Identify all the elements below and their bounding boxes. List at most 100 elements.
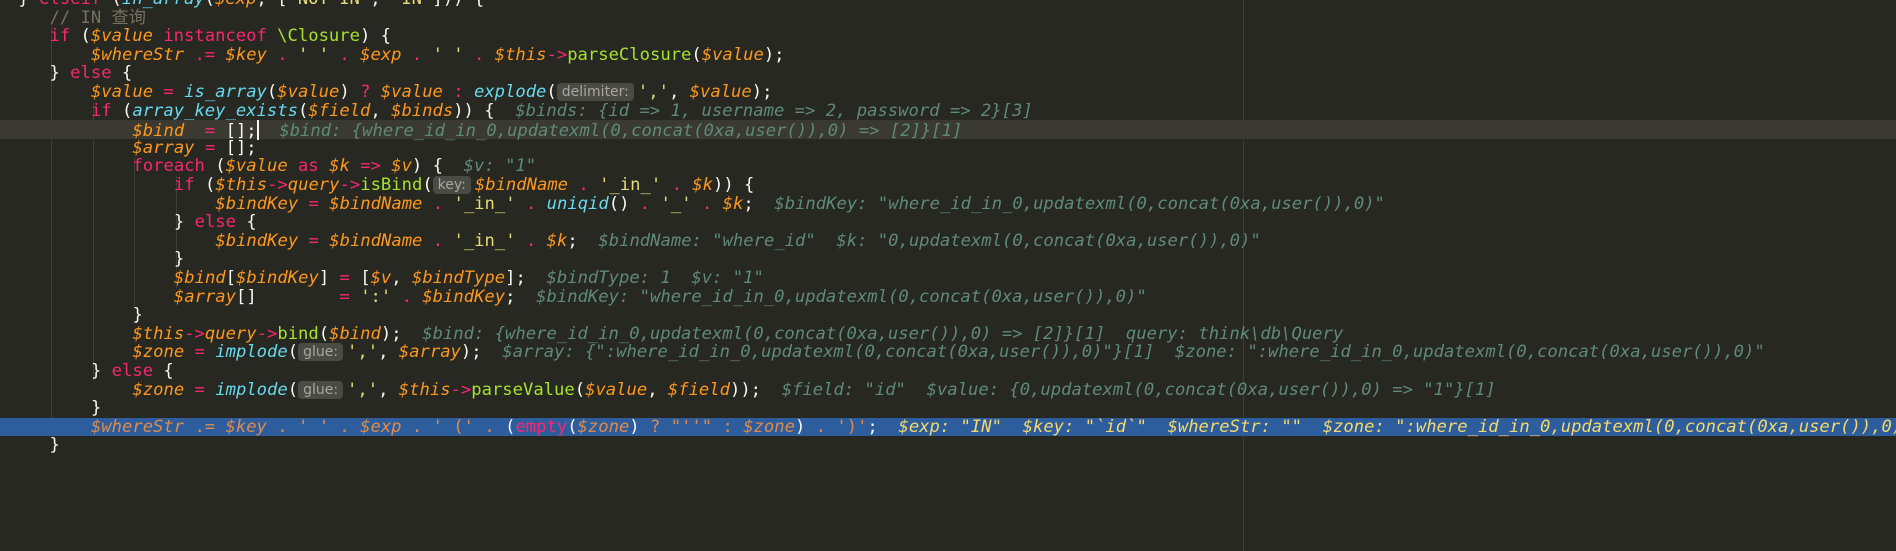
code-token: ( <box>546 82 557 102</box>
code-token: $value <box>90 82 154 102</box>
code-token: ; <box>505 286 537 307</box>
code-token: -> <box>267 175 288 195</box>
code-token: ( <box>318 323 330 344</box>
code-token: , <box>647 379 668 400</box>
code-line[interactable]: $bindKey = $bindName . '_in_' . $k; $bin… <box>0 230 1896 251</box>
code-text: } else { <box>49 64 132 83</box>
code-token: () <box>608 193 640 214</box>
code-line[interactable]: $array[] = ':' . $bindKey; $bindKey: "wh… <box>0 286 1896 307</box>
code-token: $zone <box>577 416 630 437</box>
code-line[interactable]: $value = is_array($value) ? $value : exp… <box>0 83 1896 102</box>
code-line[interactable]: if ($this->query->isBind(key: $bindName .… <box>0 176 1896 195</box>
code-token: bind <box>277 323 319 344</box>
code-line[interactable]: $bind[$bindKey] = [$v, $bindType]; $bind… <box>0 269 1896 288</box>
code-line[interactable]: // IN 查询 <box>0 8 1896 28</box>
code-token: { <box>153 361 174 381</box>
code-line[interactable]: $zone = implode(glue: ',', $this->parseVa… <box>0 379 1896 400</box>
code-token: '_in_' <box>453 193 516 214</box>
code-token: = <box>339 286 350 307</box>
code-token: } <box>132 305 143 326</box>
code-line[interactable]: } <box>0 436 1896 455</box>
code-token: implode <box>215 379 288 400</box>
code-token: $value <box>689 82 752 102</box>
code-line[interactable]: } <box>0 306 1896 325</box>
code-token: ); <box>751 82 773 102</box>
code-token: )); <box>729 379 782 400</box>
code-token: $key <box>225 44 267 65</box>
code-token: ',' <box>347 379 379 400</box>
inline-debug-value: $binds: {id => 1, username => 2, passwor… <box>515 100 1033 121</box>
code-line-current[interactable]: $bind = []; $bind: {where_id_in_0,update… <box>0 120 1896 141</box>
code-line[interactable]: } <box>0 250 1896 269</box>
code-line[interactable]: $this->query->bind($bind); $bind: {where… <box>0 323 1896 344</box>
code-text: } <box>132 306 142 325</box>
code-token: $array <box>132 137 195 158</box>
code-token: = <box>339 268 350 288</box>
code-line-execution-point[interactable]: $whereStr .= $key . ' ' . $exp . ' (' . … <box>0 416 1896 437</box>
code-token: $bindName <box>474 175 569 195</box>
code-token: -> <box>184 323 205 344</box>
code-token: ); <box>460 342 503 363</box>
code-line[interactable]: $bindKey = $bindName . '_in_' . uniqid()… <box>0 193 1896 214</box>
code-text: $bind = []; $bind: {where_id_in_0,update… <box>132 120 962 141</box>
code-token: query <box>287 175 340 195</box>
code-line[interactable]: $array = []; <box>0 137 1896 158</box>
code-token: ] <box>318 268 340 288</box>
code-token: $value <box>701 44 764 65</box>
code-line[interactable]: } else { <box>0 64 1896 83</box>
code-line[interactable]: } elseif (in_array($exp, ['NOT IN', 'IN'… <box>0 0 1896 9</box>
code-line[interactable]: } <box>0 399 1896 418</box>
code-line[interactable]: } else { <box>0 362 1896 381</box>
code-text: $zone = implode(glue: ',', $this->parseVa… <box>132 379 1495 400</box>
code-token: $v <box>370 268 392 288</box>
code-token: = <box>308 230 319 251</box>
code-line[interactable]: if ($value instanceof \Closure) { <box>0 27 1896 46</box>
code-line[interactable]: $zone = implode(glue: ',', $array); $arra… <box>0 343 1896 362</box>
code-token: -> <box>339 175 361 195</box>
code-token: ( <box>691 44 702 65</box>
code-text: $this->query->bind($bind); $bind: {where… <box>132 323 1343 344</box>
code-editor[interactable]: } elseif (in_array($exp, ['NOT IN', 'IN'… <box>0 0 1896 551</box>
code-token: ) <box>629 416 650 437</box>
code-token: . <box>339 44 350 65</box>
code-token: $bindName <box>329 193 423 214</box>
code-token: . <box>432 230 444 251</box>
code-token: $array <box>173 286 236 307</box>
code-token: $binds <box>391 100 454 121</box>
code-line[interactable]: $whereStr .= $key . ' ' . $exp . ' ' . $… <box>0 44 1896 65</box>
code-token: ( <box>70 26 91 47</box>
code-token: , <box>391 268 412 288</box>
code-line[interactable]: foreach ($value as $k => $v) { $v: "1" <box>0 157 1896 176</box>
code-token: $v <box>391 156 412 177</box>
code-token: . <box>671 175 682 195</box>
code-token: . <box>815 416 827 437</box>
code-token: . <box>339 416 350 437</box>
code-token: } <box>173 249 185 270</box>
code-token: if <box>49 26 71 47</box>
code-token: ( <box>567 416 578 437</box>
code-token: $this <box>215 175 268 195</box>
code-line[interactable]: } else { <box>0 213 1896 232</box>
code-token: . <box>411 44 423 65</box>
code-token: []; <box>215 137 257 158</box>
code-line[interactable]: if (array_key_exists($field, $binds)) { … <box>0 100 1896 121</box>
